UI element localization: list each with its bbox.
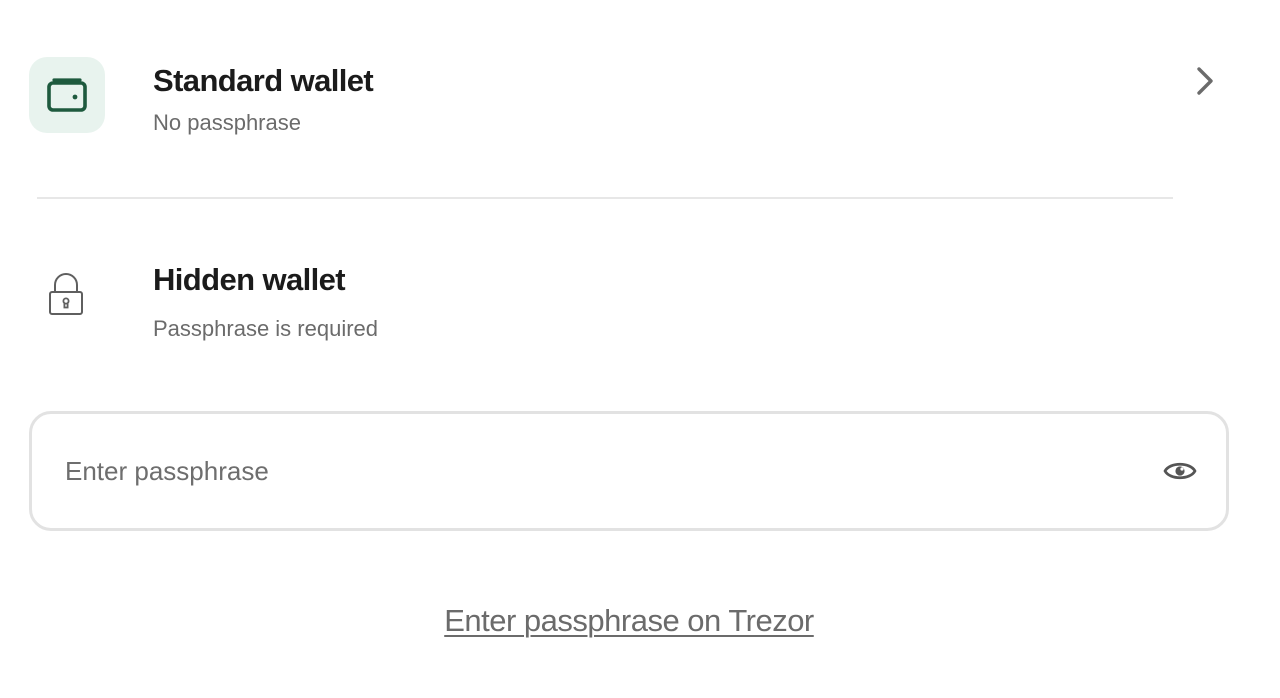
standard-wallet-title: Standard wallet: [153, 63, 374, 98]
passphrase-page: Standard wallet No passphrase Hidden wal…: [0, 0, 1280, 698]
hidden-wallet-subtitle: Passphrase is required: [153, 316, 379, 341]
wallet-icon: [47, 78, 87, 112]
hidden-wallet-section: Hidden wallet Passphrase is required: [29, 262, 1229, 352]
divider: [37, 197, 1173, 199]
enter-on-trezor-link[interactable]: Enter passphrase on Trezor: [0, 603, 1258, 639]
chevron-right-icon[interactable]: [1193, 65, 1217, 97]
passphrase-field: [29, 411, 1229, 531]
hidden-wallet-title: Hidden wallet: [153, 262, 346, 297]
eye-icon[interactable]: [1160, 454, 1200, 488]
standard-wallet-option[interactable]: Standard wallet No passphrase: [29, 57, 1229, 137]
standard-wallet-subtitle: No passphrase: [153, 110, 301, 135]
passphrase-input[interactable]: [65, 414, 1145, 528]
lock-icon: [49, 273, 83, 315]
wallet-icon-tile: [29, 57, 105, 133]
